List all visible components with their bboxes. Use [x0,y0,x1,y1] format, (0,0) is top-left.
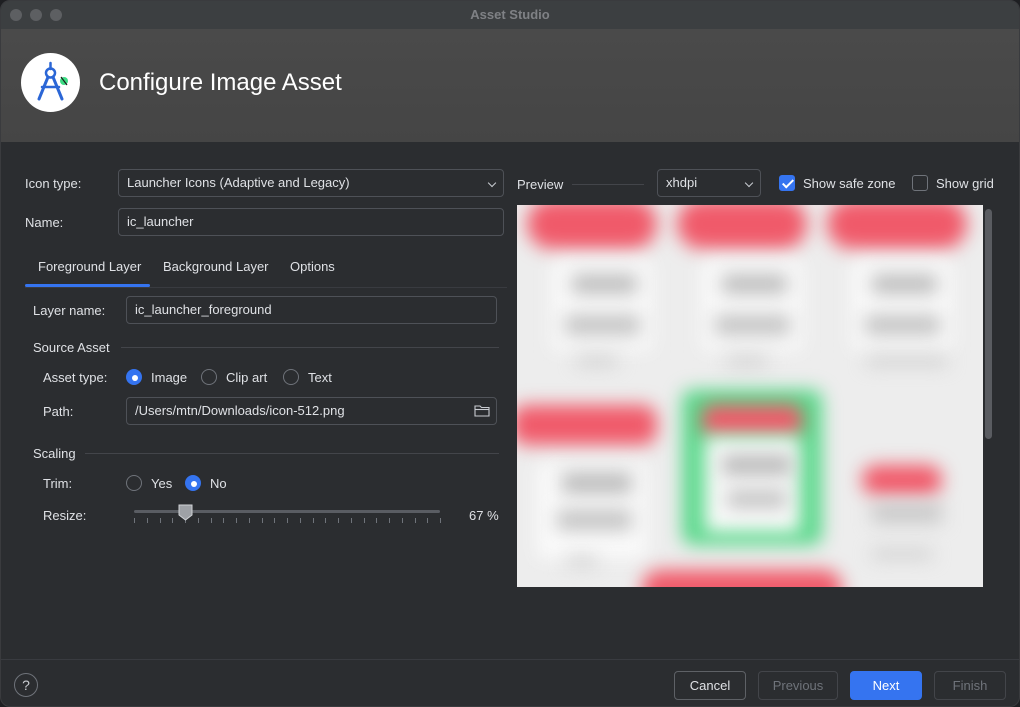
chevron-down-icon [744,178,754,188]
preview-divider [572,184,644,185]
folder-icon[interactable] [474,404,490,417]
resize-slider-thumb[interactable] [178,504,193,521]
section-divider [85,453,499,454]
trim-yes-label[interactable]: Yes [151,476,172,491]
scaling-title: Scaling [33,446,76,461]
slider-tick [223,518,224,523]
slider-tick [236,518,237,523]
slider-tick [147,518,148,523]
title-bar: Asset Studio [1,1,1019,29]
path-input[interactable]: /Users/mtn/Downloads/icon-512.png [126,397,497,425]
slider-tick [172,518,173,523]
slider-tick [415,518,416,523]
asset-type-label: Asset type: [43,370,108,385]
asset-type-clipart-label[interactable]: Clip art [226,370,267,385]
density-value: xhdpi [666,175,698,190]
resize-label: Resize: [43,508,87,523]
preview-image [517,205,983,587]
icon-type-label: Icon type: [25,176,82,191]
slider-tick [160,518,161,523]
trim-no-label[interactable]: No [210,476,227,491]
slider-tick [338,518,339,523]
slider-tick [313,518,314,523]
name-label: Name: [25,215,64,230]
trim-label: Trim: [43,476,73,491]
chevron-down-icon [487,178,497,188]
slider-tick [427,518,428,523]
preview-label: Preview [517,177,564,192]
slider-tick [351,518,352,523]
slider-tick [134,518,135,523]
header-banner: Configure Image Asset [1,29,1019,142]
page-title: Configure Image Asset [99,69,342,96]
name-input[interactable]: ic_launcher [118,208,504,236]
slider-tick [274,518,275,523]
path-value: /Users/mtn/Downloads/icon-512.png [135,403,345,418]
asset-type-text-radio[interactable] [283,369,299,385]
slider-tick [325,518,326,523]
previous-button[interactable]: Previous [758,671,838,700]
slider-tick [287,518,288,523]
tab-divider [25,287,507,288]
trim-no-radio[interactable] [185,475,201,491]
section-divider [121,347,499,348]
show-grid-label[interactable]: Show grid [936,176,994,191]
finish-button[interactable]: Finish [934,671,1006,700]
slider-tick [389,518,390,523]
show-safe-zone-checkbox[interactable] [779,175,795,191]
show-grid-checkbox[interactable] [912,175,928,191]
slider-tick [440,518,441,523]
path-label: Path: [43,404,74,419]
slider-tick [249,518,250,523]
window-title: Asset Studio [470,7,550,22]
tab-background-layer[interactable]: Background Layer [163,259,269,274]
trim-yes-radio[interactable] [126,475,142,491]
asset-type-image-radio[interactable] [126,369,142,385]
next-button[interactable]: Next [850,671,922,700]
cancel-button[interactable]: Cancel [674,671,746,700]
android-studio-logo-icon [21,53,80,112]
asset-studio-window: Asset Studio Configure Image Asset Icon … [0,0,1020,707]
density-dropdown[interactable]: xhdpi [657,169,761,197]
slider-tick [364,518,365,523]
resize-value: 67 % [469,508,499,523]
layer-name-input[interactable]: ic_launcher_foreground [126,296,497,324]
footer-divider [1,659,1019,660]
tab-options[interactable]: Options [290,259,335,274]
slider-tick [211,518,212,523]
slider-tick [376,518,377,523]
slider-tick [402,518,403,523]
source-asset-title: Source Asset [33,340,110,355]
tab-foreground-layer[interactable]: Foreground Layer [38,259,141,274]
icon-type-dropdown[interactable]: Launcher Icons (Adaptive and Legacy) [118,169,504,197]
preview-scrollbar[interactable] [985,209,992,439]
show-safe-zone-label[interactable]: Show safe zone [803,176,896,191]
help-button[interactable]: ? [14,673,38,697]
slider-tick [262,518,263,523]
icon-type-value: Launcher Icons (Adaptive and Legacy) [127,175,350,190]
asset-type-clipart-radio[interactable] [201,369,217,385]
slider-tick [198,518,199,523]
slider-tick [300,518,301,523]
layer-name-label: Layer name: [33,303,106,318]
asset-type-image-label[interactable]: Image [151,370,187,385]
asset-type-text-label[interactable]: Text [308,370,332,385]
selected-tab-indicator [25,284,150,287]
